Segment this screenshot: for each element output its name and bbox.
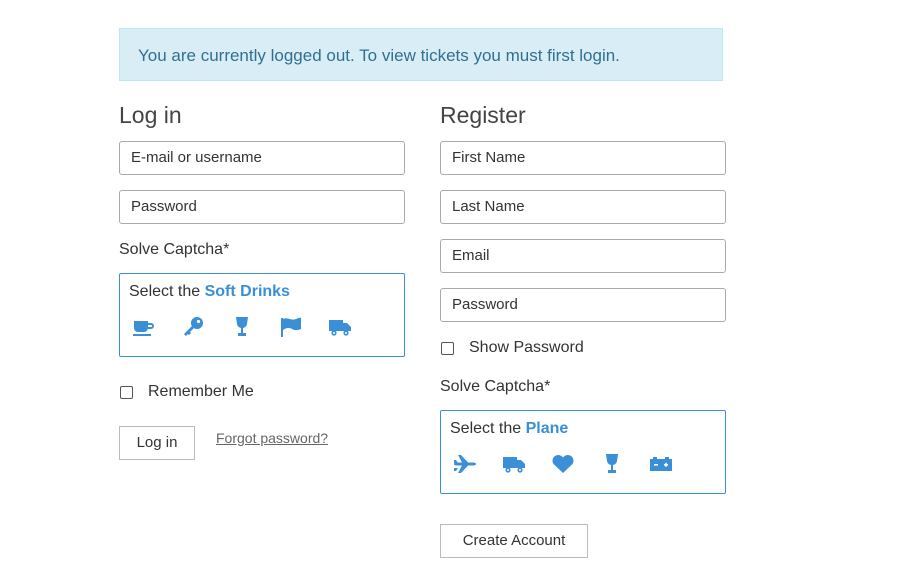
username-field[interactable]: E-mail or username [119,141,405,175]
login-heading: Log in [119,102,182,128]
register-captcha-box: Select the Plane [440,410,726,494]
show-password-label: Show Password [469,339,584,356]
remember-me-box[interactable] [120,385,133,399]
remember-me-label: Remember Me [148,383,254,400]
register-captcha-prompt-text: Select the [450,420,522,437]
coffee-cup-icon[interactable] [132,316,156,338]
wine-glass-icon[interactable] [230,316,254,338]
forgot-password-link[interactable]: Forgot password? [216,430,328,446]
wine-glass-icon[interactable] [600,453,624,475]
email-field[interactable]: Email [440,239,726,273]
login-password-field[interactable]: Password [119,190,405,224]
create-account-button[interactable]: Create Account [440,524,588,558]
truck-icon[interactable] [502,453,526,475]
flag-icon[interactable] [279,316,303,338]
register-captcha-target: Plane [525,420,569,437]
battery-icon[interactable] [649,453,673,475]
first-name-field[interactable]: First Name [440,141,726,175]
truck-icon[interactable] [328,316,352,338]
register-captcha-label: Solve Captcha* [440,378,551,395]
heart-icon[interactable] [551,453,575,475]
register-password-field[interactable]: Password [440,288,726,322]
login-captcha-prompt: Select the Soft Drinks [129,283,290,301]
plane-icon[interactable] [453,453,477,475]
login-captcha-prompt-text: Select the [129,283,201,300]
login-captcha-label: Solve Captcha* [119,241,230,258]
show-password-box[interactable] [441,341,454,355]
remember-me-checkbox[interactable]: Remember Me [120,383,254,401]
login-captcha-box: Select the Soft Drinks [119,273,405,357]
login-button[interactable]: Log in [119,426,195,460]
login-captcha-target: Soft Drinks [204,283,290,300]
register-heading: Register [440,102,526,128]
logged-out-notice: You are currently logged out. To view ti… [119,28,723,81]
register-captcha-prompt: Select the Plane [450,420,568,438]
key-icon[interactable] [181,316,205,338]
show-password-checkbox[interactable]: Show Password [441,339,584,357]
last-name-field[interactable]: Last Name [440,190,726,224]
